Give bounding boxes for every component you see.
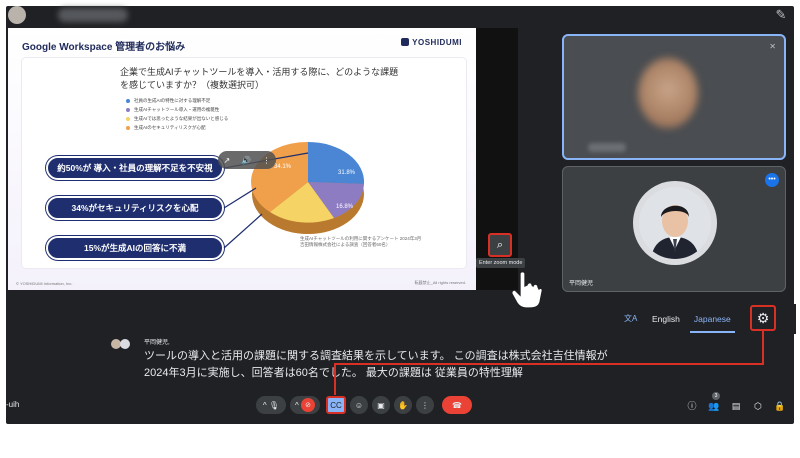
language-option-english[interactable]: English [652, 314, 680, 324]
cursor-icon[interactable]: ↗ [224, 156, 231, 165]
info-icon[interactable]: ⓘ [686, 400, 698, 412]
annotation-line [334, 363, 764, 365]
pie-label: 34.1% [274, 164, 292, 170]
callout-security: 34%がセキュリティリスクを心配 [46, 196, 224, 220]
shared-screen: Google Workspace 管理者のお悩み YOSHIDUMI 企業で生成… [8, 28, 518, 290]
presentation-slide: Google Workspace 管理者のお悩み YOSHIDUMI 企業で生成… [8, 28, 476, 290]
mic-off-icon: ✕ [769, 42, 776, 51]
emoji-icon[interactable]: ☺ [350, 396, 368, 414]
meeting-code: -uih [6, 400, 20, 409]
more-icon[interactable]: ⋮ [416, 396, 434, 414]
settings-gear-icon[interactable]: ⚙ [750, 305, 776, 331]
participant-tile[interactable]: ••• 平岡健児 [562, 166, 786, 292]
legend-item: 生成AIチャットツール導入・運用の複雑性 [126, 105, 228, 114]
hand-cursor-icon [511, 271, 543, 309]
slide-footer-rights: 転載禁止_All rights reserved. [414, 280, 466, 285]
caption-speaker-avatars [111, 339, 130, 349]
presenter-name-blurred [58, 8, 128, 22]
raise-hand-icon[interactable]: ✋ [394, 396, 412, 414]
slide-media-controls[interactable]: ↗ 🔊 ⋮ [218, 151, 276, 169]
participants-count-badge: 3 [712, 392, 720, 400]
company-logo: YOSHIDUMI [401, 38, 462, 47]
caption-speaker-name: 平岡健児, [144, 340, 170, 346]
legend-item: 生成AIでは思ったような結果が出ないと感じる [126, 114, 228, 123]
slide-title: Google Workspace 管理者のお悩み [22, 42, 186, 53]
captions-icon[interactable]: CC [326, 396, 346, 414]
zoom-tooltip: Enter zoom mode [476, 258, 526, 268]
video-off-icon: ⊘ [301, 398, 315, 412]
annotation-line [762, 331, 764, 365]
legend-item: 生成AIのセキュリティリスクが心配 [126, 123, 228, 132]
presenter-avatar [8, 6, 26, 24]
participant-name: 平岡健児 [569, 281, 594, 287]
pen-icon[interactable]: ✎ [772, 6, 790, 24]
chevron-up-icon: ^ [262, 400, 267, 410]
end-call-icon[interactable]: ☎ [442, 396, 472, 414]
slide-footer-copyright: © YOSHIDUMI Information, Inc. [16, 281, 73, 286]
mic-button[interactable]: ^ 🎙 [256, 396, 286, 414]
speaking-indicator-icon: ••• [765, 173, 779, 187]
participant-name-blurred [588, 143, 626, 152]
participant-video-blurred [638, 58, 698, 128]
volume-icon[interactable]: 🔊 [241, 156, 251, 165]
chevron-up-icon: ^ [295, 400, 299, 410]
present-icon[interactable]: ▣ [372, 396, 390, 414]
camera-button[interactable]: ^ ⊘ [290, 396, 320, 414]
avatar [639, 187, 711, 259]
people-icon[interactable]: 👥 [708, 400, 720, 412]
participant-tile[interactable]: ✕ [562, 34, 786, 160]
callout-dissatisfaction: 15%が生成AIの回答に不満 [46, 236, 224, 260]
more-icon[interactable]: ⋮ [262, 156, 270, 165]
caption-line: ツールの導入と活用の課題に関する調査結果を示しています。 この調査は株式会社吉住… [144, 350, 608, 362]
pie-label: 31.8% [338, 170, 356, 176]
activities-icon[interactable]: ⬡ [752, 400, 764, 412]
survey-question: 企業で生成AIチャットツールを導入・活用する際に、どのような課題 を感じています… [120, 67, 399, 90]
chat-icon[interactable]: ▤ [730, 400, 742, 412]
annotation-line [334, 363, 336, 395]
survey-source: 生成AIチャットツールの利用に関するアンケート 2024年3月 吉田情報株式会社… [300, 236, 422, 247]
language-option-japanese[interactable]: Japanese [689, 314, 735, 333]
legend-item: 社員の生成AIの特性に対する理解不足 [126, 96, 228, 105]
pie-label: 16.8% [336, 204, 354, 210]
callout-understanding: 約50%が 導入・社員の理解不足を不安視 [46, 156, 224, 180]
mic-icon: 🎙 [268, 400, 280, 410]
pie-slice-blue [308, 141, 365, 184]
translate-icon[interactable]: 文A [624, 313, 638, 325]
zoom-icon[interactable]: ⌕ [488, 233, 512, 257]
chart-legend: 社員の生成AIの特性に対する理解不足 生成AIチャットツール導入・運用の複雑性 … [126, 96, 228, 132]
host-controls-icon[interactable]: 🔒 [774, 400, 786, 412]
